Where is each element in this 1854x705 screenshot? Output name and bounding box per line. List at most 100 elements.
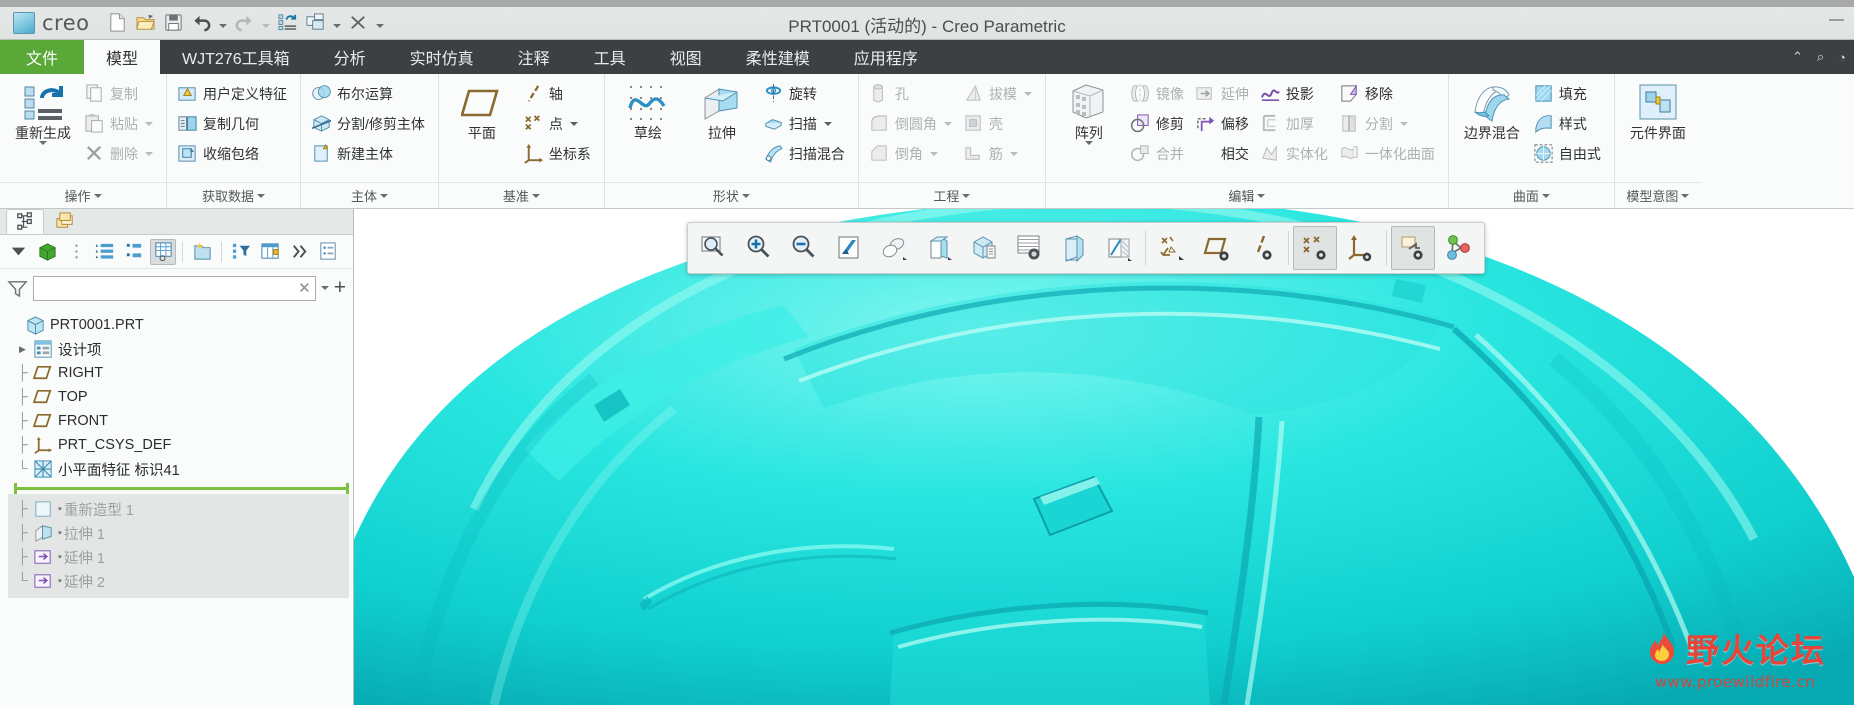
close-window-button[interactable] bbox=[346, 10, 372, 36]
ribbon-big-button-component-interface[interactable]: 元件界面 bbox=[1621, 79, 1695, 142]
ribbon-button-new-body[interactable]: 新建主体 bbox=[307, 139, 432, 168]
chevron-down-icon[interactable] bbox=[257, 193, 265, 198]
ribbon-big-button-regenerate-big[interactable]: 重新生成 bbox=[6, 79, 80, 146]
repaint-button[interactable] bbox=[827, 226, 871, 270]
ribbon-group-label[interactable]: 主体 bbox=[301, 182, 438, 208]
view-manager-button[interactable] bbox=[962, 226, 1006, 270]
ribbon-button-copy-geometry[interactable]: 复制几何 bbox=[173, 109, 294, 138]
tree-item[interactable]: └ 小平面特征 标识41 bbox=[16, 457, 353, 481]
ribbon-tab-2[interactable]: WJT276工具箱 bbox=[160, 40, 312, 74]
undo-button[interactable] bbox=[189, 10, 215, 36]
ribbon-tab-1[interactable]: 模型 bbox=[84, 40, 161, 74]
save-file-button[interactable] bbox=[161, 10, 187, 36]
chevron-down-icon[interactable] bbox=[93, 193, 102, 198]
ribbon-group-label[interactable]: 形状 bbox=[604, 182, 858, 208]
tree-item[interactable]: ├ TOP bbox=[16, 385, 353, 409]
ribbon-button-trim[interactable]: 修剪 bbox=[1126, 109, 1191, 138]
tree-compact-button[interactable] bbox=[121, 239, 147, 265]
chevron-down-icon[interactable] bbox=[145, 121, 153, 126]
window-dropdown[interactable] bbox=[331, 10, 344, 36]
graphics-area[interactable]: 野火论坛 www.proewildfire.cn bbox=[354, 209, 1854, 705]
insertion-indicator[interactable] bbox=[14, 482, 349, 494]
minimize-button[interactable]: — bbox=[1829, 11, 1844, 28]
ribbon-button-sweep[interactable]: 扫描 bbox=[759, 109, 852, 138]
section-button[interactable] bbox=[1097, 226, 1141, 270]
tree-detail-button[interactable] bbox=[315, 239, 341, 265]
ribbon-button-udf[interactable]: 用户定义特征 bbox=[173, 79, 294, 108]
datum-display-button[interactable] bbox=[1150, 226, 1194, 270]
chevron-down-icon[interactable] bbox=[1023, 91, 1032, 96]
ribbon-tab-7[interactable]: 视图 bbox=[648, 40, 724, 74]
ribbon-button-project[interactable]: 投影 bbox=[1256, 79, 1335, 108]
ribbon-tab-5[interactable]: 注释 bbox=[496, 40, 572, 74]
chevron-down-icon[interactable] bbox=[39, 141, 47, 145]
chevron-down-icon[interactable] bbox=[741, 193, 750, 198]
ribbon-group-label[interactable]: 操作 bbox=[0, 182, 166, 208]
ribbon-big-button-extrude[interactable]: 拉伸 bbox=[685, 79, 759, 142]
tree-settings-caret[interactable] bbox=[5, 239, 31, 265]
regenerate-button[interactable] bbox=[275, 10, 301, 36]
customize-qat-button[interactable] bbox=[374, 10, 387, 36]
annotation-display-button[interactable] bbox=[1007, 226, 1051, 270]
ribbon-button-revolve[interactable]: 旋转 bbox=[759, 79, 852, 108]
ribbon-button-datum-axis[interactable]: 轴 bbox=[519, 79, 598, 108]
ribbon-button-boolean[interactable]: 布尔运算 bbox=[307, 79, 432, 108]
tree-item[interactable]: ├ ▪ 拉伸 1 bbox=[16, 521, 349, 545]
ribbon-big-button-pattern[interactable]: 阵列 bbox=[1052, 79, 1126, 146]
zoom-out-button[interactable] bbox=[782, 226, 826, 270]
ribbon-button-shrinkwrap[interactable]: 收缩包络 bbox=[173, 139, 294, 168]
perspective-view-button[interactable] bbox=[1052, 226, 1096, 270]
search-icon[interactable]: ⌕ bbox=[1817, 49, 1824, 65]
ribbon-tab-3[interactable]: 分析 bbox=[312, 40, 388, 74]
tree-columns-config-button[interactable] bbox=[257, 239, 283, 265]
tree-list-button[interactable] bbox=[92, 239, 118, 265]
tree-item[interactable]: ├ ▪ 延伸 1 bbox=[16, 545, 349, 569]
tree-columns-toggle[interactable] bbox=[150, 238, 176, 265]
display-style-button[interactable] bbox=[872, 226, 916, 270]
refit-button[interactable] bbox=[692, 226, 736, 270]
new-file-button[interactable] bbox=[105, 10, 131, 36]
more-button[interactable] bbox=[286, 239, 312, 265]
tree-item[interactable]: ├ RIGHT bbox=[16, 361, 353, 385]
ribbon-button-datum-point[interactable]: 点 bbox=[519, 109, 598, 138]
chevron-down-icon[interactable] bbox=[1257, 193, 1266, 198]
show-model-button[interactable] bbox=[34, 239, 60, 265]
csys-display-button[interactable] bbox=[1338, 226, 1382, 270]
ribbon-button-fill[interactable]: 填充 bbox=[1529, 79, 1608, 108]
folder-browser-button[interactable] bbox=[189, 239, 215, 265]
chevron-down-icon[interactable] bbox=[823, 121, 832, 126]
tree-item[interactable]: ├ FRONT bbox=[16, 409, 353, 433]
tree-item[interactable]: ├ ▪ 重新造型 1 bbox=[16, 497, 349, 521]
tree-item[interactable]: ├ PRT_CSYS_DEF bbox=[16, 433, 353, 457]
ribbon-group-label[interactable]: 曲面 bbox=[1448, 182, 1614, 208]
ribbon-button-style[interactable]: 样式 bbox=[1529, 109, 1608, 138]
tree-item[interactable]: └ ▪ 延伸 2 bbox=[16, 569, 349, 593]
drag-handle[interactable] bbox=[63, 239, 89, 265]
redo-dropdown[interactable] bbox=[260, 10, 273, 36]
plane-display-button[interactable] bbox=[1195, 226, 1239, 270]
ribbon-group-label[interactable]: 工程 bbox=[858, 182, 1045, 208]
help-icon[interactable]: ◔ bbox=[1838, 50, 1846, 65]
chevron-down-icon[interactable] bbox=[379, 193, 388, 198]
ribbon-tab-4[interactable]: 实时仿真 bbox=[388, 40, 496, 74]
ribbon-button-freestyle[interactable]: 自由式 bbox=[1529, 139, 1608, 168]
chevron-down-icon[interactable] bbox=[1009, 151, 1018, 156]
saved-orientations-button[interactable] bbox=[917, 226, 961, 270]
ribbon-tab-9[interactable]: 应用程序 bbox=[832, 40, 940, 74]
tree-filter-button[interactable] bbox=[228, 239, 254, 265]
ribbon-button-datum-csys[interactable]: 坐标系 bbox=[519, 139, 598, 168]
zoom-in-button[interactable] bbox=[737, 226, 781, 270]
ribbon-big-button-sketch[interactable]: 草绘 bbox=[611, 79, 685, 142]
clear-search-icon[interactable]: ✕ bbox=[298, 279, 311, 297]
ribbon-button-offset[interactable]: 偏移 bbox=[1191, 109, 1256, 138]
ribbon-big-button-datum-plane[interactable]: 平面 bbox=[445, 79, 519, 142]
chevron-down-icon[interactable] bbox=[1681, 193, 1690, 198]
open-file-button[interactable] bbox=[133, 10, 159, 36]
layer-tree-tab[interactable] bbox=[46, 209, 84, 234]
tree-item[interactable]: ▶ 设计项 bbox=[16, 337, 353, 361]
undo-dropdown[interactable] bbox=[217, 10, 230, 36]
ribbon-group-label[interactable]: 模型意图 bbox=[1614, 182, 1701, 208]
search-input[interactable]: ✕ bbox=[33, 275, 316, 301]
chevron-down-icon[interactable] bbox=[145, 151, 153, 156]
ribbon-button-remove-surface[interactable]: 移除 bbox=[1335, 79, 1442, 108]
